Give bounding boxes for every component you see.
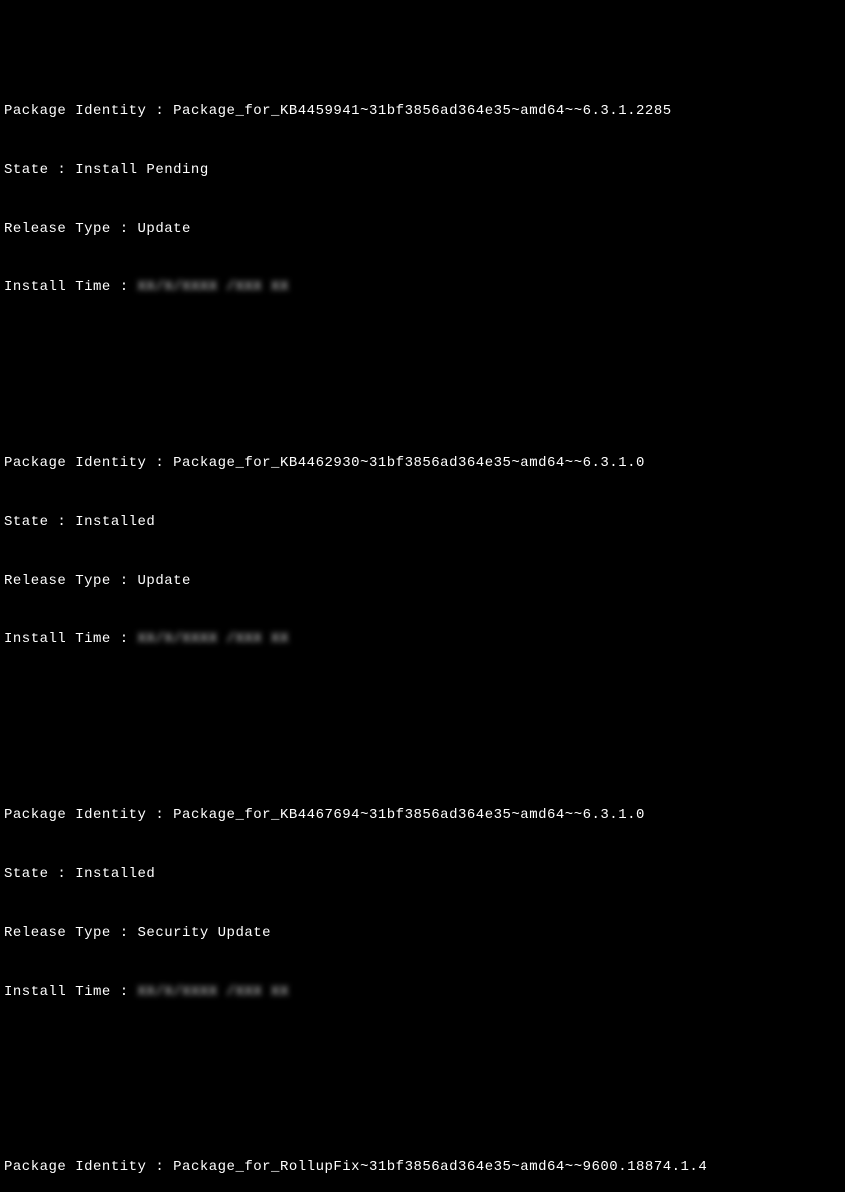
package-identity-line: Package Identity : Package_for_RollupFix…: [4, 1158, 841, 1178]
value: Package_for_RollupFix~31bf3856ad364e35~a…: [173, 1159, 707, 1175]
package-entry: Package Identity : Package_for_KB4467694…: [4, 767, 841, 1041]
package-release-type-line: Release Type : Update: [4, 572, 841, 592]
label: State :: [4, 514, 75, 530]
label: Release Type :: [4, 573, 138, 589]
value: Installed: [75, 866, 155, 882]
value: Update: [138, 221, 191, 237]
package-entry: Package Identity : Package_for_KB4459941…: [4, 63, 841, 337]
value: Update: [138, 573, 191, 589]
redacted-value: XX/X/XXXX /XXX XX: [138, 630, 289, 650]
label: Release Type :: [4, 925, 138, 941]
terminal-output: Package Identity : Package_for_KB4459941…: [4, 4, 841, 1192]
label: Package Identity :: [4, 807, 173, 823]
package-state-line: State : Installed: [4, 865, 841, 885]
package-identity-line: Package Identity : Package_for_KB4462930…: [4, 454, 841, 474]
redacted-value: XX/X/XXXX /XXX XX: [138, 983, 289, 1003]
label: Install Time :: [4, 631, 138, 647]
label: Package Identity :: [4, 1159, 173, 1175]
package-state-line: State : Installed: [4, 513, 841, 533]
package-identity-line: Package Identity : Package_for_KB4467694…: [4, 806, 841, 826]
label: Release Type :: [4, 221, 138, 237]
package-entry: Package Identity : Package_for_KB4462930…: [4, 415, 841, 689]
redacted-value: XX/X/XXXX /XXX XX: [138, 278, 289, 298]
package-install-time-line: Install Time : XX/X/XXXX /XXX XX: [4, 278, 841, 298]
package-release-type-line: Release Type : Security Update: [4, 924, 841, 944]
value: Package_for_KB4467694~31bf3856ad364e35~a…: [173, 807, 645, 823]
label: Package Identity :: [4, 103, 173, 119]
package-install-time-line: Install Time : XX/X/XXXX /XXX XX: [4, 983, 841, 1003]
package-install-time-line: Install Time : XX/X/XXXX /XXX XX: [4, 630, 841, 650]
label: Package Identity :: [4, 455, 173, 471]
label: State :: [4, 866, 75, 882]
package-release-type-line: Release Type : Update: [4, 220, 841, 240]
value: Package_for_KB4459941~31bf3856ad364e35~a…: [173, 103, 671, 119]
label: Install Time :: [4, 984, 138, 1000]
value: Install Pending: [75, 162, 209, 178]
package-state-line: State : Install Pending: [4, 161, 841, 181]
value: Security Update: [138, 925, 272, 941]
package-entry: Package Identity : Package_for_RollupFix…: [4, 1119, 841, 1192]
label: State :: [4, 162, 75, 178]
package-identity-line: Package Identity : Package_for_KB4459941…: [4, 102, 841, 122]
label: Install Time :: [4, 279, 138, 295]
value: Installed: [75, 514, 155, 530]
value: Package_for_KB4462930~31bf3856ad364e35~a…: [173, 455, 645, 471]
